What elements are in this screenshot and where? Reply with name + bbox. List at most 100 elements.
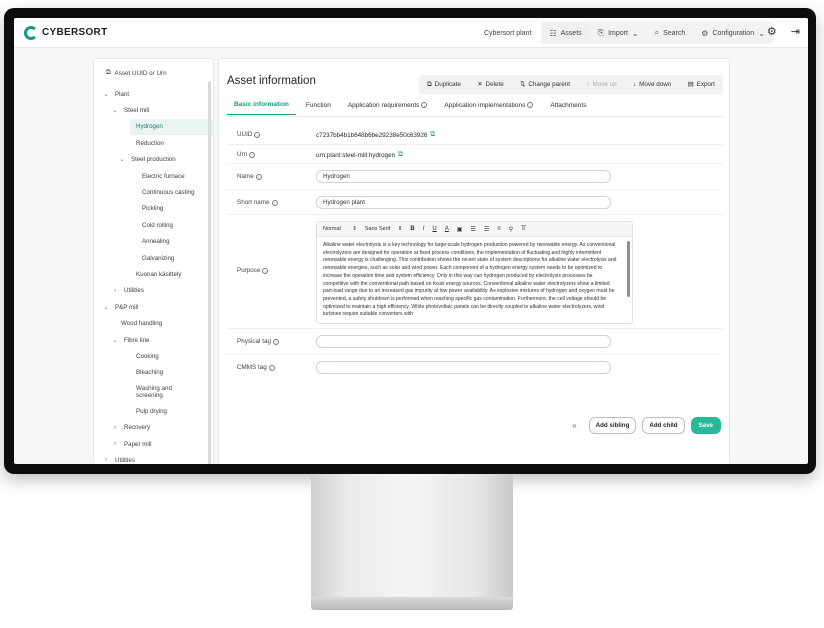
tree-node[interactable]: › Recovery [94, 419, 208, 435]
tab-application-requirements[interactable]: Application requirements i [341, 101, 435, 115]
tree-node-label: Utilities [124, 287, 144, 295]
underline-icon[interactable]: U [432, 226, 436, 232]
nav-assets[interactable]: ☷ Assets [541, 22, 590, 44]
chevron-right-icon[interactable]: › [111, 425, 119, 431]
tree-node[interactable]: Hydrogen [130, 118, 213, 136]
italic-icon[interactable]: I [423, 226, 425, 232]
save-button[interactable]: Save [690, 417, 721, 434]
chevron-down-icon[interactable]: ⌄ [102, 91, 110, 98]
tree-node[interactable]: Bleaching [94, 365, 208, 381]
highlight-icon[interactable]: ▣ [457, 226, 463, 233]
tree-node[interactable]: Pickling [94, 201, 208, 217]
nav-assets-label: Assets [560, 29, 582, 37]
bold-icon[interactable]: B [410, 226, 414, 232]
chevron-down-icon[interactable]: ⌄ [102, 304, 110, 311]
tree-node[interactable]: Galvanizing [94, 250, 208, 266]
tree-node[interactable]: Electric furnace [94, 168, 208, 184]
tree-node[interactable]: Cold rolling [94, 217, 208, 233]
tree-node[interactable]: Reduction [94, 135, 208, 151]
tree-node-label: Steel production [131, 156, 176, 164]
move-up-label: Move up [592, 81, 617, 88]
tree-node[interactable]: Wood handling [94, 315, 208, 331]
ordered-list-icon[interactable]: ☰ [470, 226, 475, 233]
align-icon[interactable]: ≡ [497, 226, 501, 232]
site-label[interactable]: Cybersort plant [480, 22, 541, 44]
tab-attachments[interactable]: Attachments [543, 101, 593, 115]
tree-node-label: Fibre line [124, 336, 150, 344]
nav-import[interactable]: ⎘ Import ⌄ [590, 22, 647, 44]
format-select-value: Normal [323, 226, 341, 232]
clear-format-icon[interactable]: T̸ [521, 226, 525, 232]
chevron-down-icon[interactable]: ⌄ [118, 156, 126, 163]
tree-node[interactable]: ⌄ P&P mill [94, 299, 208, 315]
short-name-input[interactable]: Hydrogen plant [316, 196, 611, 209]
chevron-right-icon[interactable]: › [111, 288, 119, 294]
duplicate-button[interactable]: ⧉ Duplicate [427, 81, 461, 89]
add-sibling-button[interactable]: Add sibling [588, 417, 637, 434]
text-color-icon[interactable]: A [445, 226, 449, 232]
copy-icon[interactable]: ⧉ [430, 131, 435, 139]
tree-node[interactable]: › Utilities [94, 283, 208, 299]
name-input[interactable]: Hydrogen [316, 170, 611, 183]
font-select[interactable]: Sans Serif ⇕ [365, 226, 403, 232]
tree-node-label: Continuous casting [142, 189, 195, 197]
tree-node[interactable]: › Utilities [94, 452, 208, 464]
move-down-button[interactable]: ↓ Move down [633, 81, 671, 88]
nav-search[interactable]: ⌕ Search [647, 22, 694, 44]
tree-node[interactable]: Kuonan käsittely [94, 266, 208, 282]
tab-application-implementations[interactable]: Application implementations i [437, 101, 540, 115]
editor-scrollbar[interactable] [627, 241, 630, 297]
change-parent-button[interactable]: ⇅ Change parent [520, 81, 570, 88]
logout-icon[interactable]: ⇥ [791, 25, 800, 38]
export-button[interactable]: ▤ Export [688, 81, 715, 88]
chevron-right-icon[interactable]: › [102, 457, 110, 463]
tree-node-label: Pulp drying [136, 407, 167, 415]
chevron-down-icon: ⌄ [758, 28, 765, 38]
copy-icon[interactable]: ⧉ [398, 151, 403, 159]
page-title: Asset information [227, 75, 316, 87]
tree-node[interactable]: ⌄ Steel mill [94, 102, 208, 118]
tab-basic-information[interactable]: Basic information [227, 101, 296, 115]
sidebar-scrollbar[interactable] [208, 81, 211, 464]
format-select[interactable]: Normal ⇕ [323, 226, 357, 232]
tree-node-label: P&P mill [115, 303, 139, 311]
purpose-label: Purpose i [237, 267, 269, 274]
tree-node[interactable]: Annealing [94, 234, 208, 250]
top-bar: CYBERSORT Cybersort plant ☷ Assets ⎘ Imp… [14, 18, 808, 48]
short-name-label-text: Short name [237, 199, 270, 206]
move-up-button[interactable]: ↑ Move up [586, 81, 616, 88]
physical-tag-row: Physical tag i [227, 329, 723, 355]
tree-node[interactable]: Continuous casting [94, 184, 208, 200]
name-label: Name i [237, 173, 262, 180]
bullet-list-icon[interactable]: ☰ [484, 226, 489, 233]
nav-import-label: Import [608, 29, 628, 37]
tree-node[interactable]: Pulp drying [94, 403, 208, 419]
delete-button[interactable]: ✕ Delete [477, 81, 503, 88]
settings-gear-icon[interactable]: ⚙ [767, 25, 777, 38]
logo[interactable]: CYBERSORT [24, 25, 108, 40]
tree-node[interactable]: ⌄ Fibre line [94, 332, 208, 348]
cmms-tag-input[interactable] [316, 361, 611, 374]
chevron-right-icon[interactable]: › [111, 441, 119, 447]
asset-search[interactable]: ⧉ Asset UUID or Urn [94, 59, 213, 77]
tree-node[interactable]: ⌄ Plant [94, 86, 208, 102]
delete-label: Delete [485, 81, 504, 88]
tree-node-label: Galvanizing [142, 254, 175, 262]
add-child-button[interactable]: Add child [642, 417, 685, 434]
link-icon[interactable]: ⚲ [509, 226, 513, 233]
info-icon: i [262, 267, 269, 274]
tree-node[interactable]: Cooking [94, 348, 208, 364]
chevron-down-icon[interactable]: ⌄ [111, 337, 119, 344]
tree-node[interactable]: Washing and screening [94, 381, 182, 403]
tree-node[interactable]: › Paper mill [94, 436, 208, 452]
asset-panel: Asset information ⧉ Duplicate ✕ Delete ⇅ Ch… [218, 58, 730, 464]
chevron-down-icon[interactable]: ⌄ [111, 107, 119, 114]
tab-function[interactable]: Function [299, 101, 338, 115]
collapse-icon[interactable]: « [572, 421, 576, 430]
nav-configuration[interactable]: ⚙ Configuration ⌄ [693, 22, 773, 44]
physical-tag-input[interactable] [316, 335, 611, 348]
tree-node[interactable]: ⌄ Steel production [94, 152, 208, 168]
asset-tree: ⌄ Plant ⌄ Steel mill Hydrogen Reduction ⌄ Steel… [94, 86, 213, 464]
purpose-editor[interactable]: Normal ⇕ Sans Serif ⇕ B I U A ▣ ☰ ☰ ≡ ⚲ … [316, 221, 633, 324]
logo-text: CYBERSORT [42, 27, 108, 38]
